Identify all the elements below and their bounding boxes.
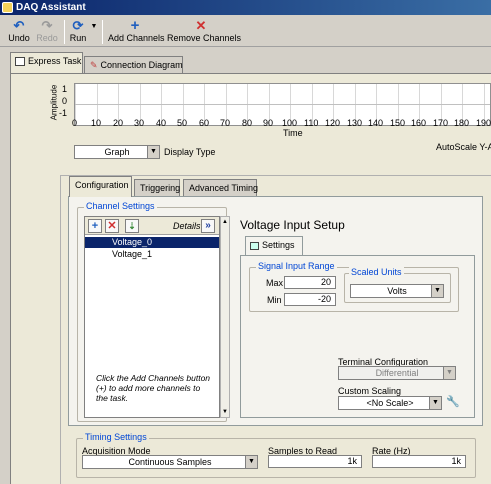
tab-connection-diagram[interactable]: ✎ Connection Diagram xyxy=(84,56,183,74)
chevron-down-icon[interactable]: ▼ xyxy=(221,407,229,417)
x-axis-label: Time xyxy=(283,128,303,138)
remove-icon: ✕ xyxy=(195,18,207,33)
y-tick-label: 1 xyxy=(62,84,68,94)
tab-triggering[interactable]: Triggering xyxy=(134,179,180,197)
plus-icon: + xyxy=(130,17,140,34)
x-tick-label: 30 xyxy=(134,118,145,128)
min-input[interactable]: -20 xyxy=(284,293,336,306)
plus-icon: + xyxy=(91,220,99,232)
wiring-icon: ✎ xyxy=(90,60,98,70)
remove-channel-button[interactable]: ✕ xyxy=(105,219,119,233)
x-tick-label: 20 xyxy=(113,118,124,128)
title-bar: DAQ Assistant xyxy=(0,0,491,15)
details-label: Details xyxy=(173,221,201,231)
y-tick-label: -1 xyxy=(59,108,68,118)
sort-channels-button[interactable]: ⇣ xyxy=(125,219,139,233)
chevron-down-icon: ▼ xyxy=(147,146,159,158)
display-type-label: Display Type xyxy=(164,147,216,157)
x-tick-label: 70 xyxy=(220,118,231,128)
x-tick-label: 160 xyxy=(411,118,427,128)
y-axis-label: Amplitude xyxy=(49,84,59,121)
scaled-units-title: Scaled Units xyxy=(349,267,404,277)
custom-scaling-label: Custom Scaling xyxy=(338,386,402,396)
x-tick-label: 80 xyxy=(242,118,253,128)
channel-list-toolbar: + ✕ ⇣ Details » xyxy=(85,217,219,235)
redo-button[interactable]: ↷ Redo xyxy=(34,18,60,43)
scaled-units-select[interactable]: Volts ▼ xyxy=(350,284,444,298)
x-tick-label: 150 xyxy=(390,118,406,128)
undo-icon: ↶ xyxy=(13,18,25,33)
tab-settings[interactable]: Settings xyxy=(245,236,303,256)
x-tick-label: 170 xyxy=(433,118,449,128)
max-input[interactable]: 20 xyxy=(284,276,336,289)
voltage-setup-title: Voltage Input Setup xyxy=(240,218,345,232)
toolbar: ↶ Undo ↷ Redo ⟳ Run ▼ + Add Channels ✕ R… xyxy=(0,15,491,47)
chevron-down-icon: ▼ xyxy=(429,397,441,409)
chevron-down-icon: ▼ xyxy=(431,285,443,297)
sort-icon: ⇣ xyxy=(128,221,136,231)
x-tick-label: 190 xyxy=(476,118,491,128)
add-channels-button[interactable]: + Add Channels xyxy=(108,17,165,43)
toolbar-separator xyxy=(102,20,103,44)
acquisition-mode-select[interactable]: Continuous Samples ▼ xyxy=(82,455,258,469)
rate-input[interactable]: 1k xyxy=(372,455,466,468)
scrollbar[interactable]: ▲ ▼ xyxy=(220,216,230,418)
custom-scaling-select[interactable]: <No Scale> ▼ xyxy=(338,396,442,410)
tab-configuration[interactable]: Configuration xyxy=(69,176,132,197)
autoscale-label: AutoScale Y-Ax xyxy=(436,142,491,152)
zero-line xyxy=(75,104,490,105)
x-tick-label: 50 xyxy=(177,118,188,128)
x-tick-label: 120 xyxy=(325,118,341,128)
help-text: Click the Add Channels button (+) to add… xyxy=(96,373,211,403)
chevron-down-icon: ▼ xyxy=(245,456,257,468)
settings-icon xyxy=(250,241,259,250)
list-item[interactable]: Voltage_1 xyxy=(85,249,219,260)
run-button[interactable]: ⟳ Run xyxy=(67,18,89,43)
graph-icon xyxy=(15,57,25,67)
terminal-config-select[interactable]: Differential ▼ xyxy=(338,366,456,380)
tab-advanced-timing[interactable]: Advanced Timing xyxy=(183,179,258,197)
window-title: DAQ Assistant xyxy=(16,2,86,13)
channel-list: + ✕ ⇣ Details » Voltage_0 Voltage_1 Clic… xyxy=(84,216,220,418)
max-label: Max xyxy=(266,278,284,288)
add-channel-button[interactable]: + xyxy=(88,219,102,233)
x-tick-label: 110 xyxy=(304,118,319,128)
timing-settings-title: Timing Settings xyxy=(83,432,149,442)
chevron-up-icon[interactable]: ▲ xyxy=(221,217,229,227)
remove-channels-button[interactable]: ✕ Remove Channels xyxy=(167,18,241,43)
x-tick-label: 60 xyxy=(199,118,210,128)
list-item[interactable]: Voltage_0 xyxy=(85,237,219,248)
x-tick-label: 0 xyxy=(72,118,78,128)
display-type-select[interactable]: Graph ▼ xyxy=(74,145,160,159)
tab-express-task[interactable]: Express Task xyxy=(10,52,83,73)
signal-input-range-title: Signal Input Range xyxy=(256,261,337,271)
x-tick-label: 10 xyxy=(91,118,102,128)
run-icon: ⟳ xyxy=(72,18,84,33)
x-tick-label: 140 xyxy=(368,118,384,128)
double-chevron-right-icon: » xyxy=(205,220,211,231)
x-tick-label: 90 xyxy=(263,118,274,128)
samples-to-read-input[interactable]: 1k xyxy=(268,455,362,468)
undo-button[interactable]: ↶ Undo xyxy=(6,18,32,43)
x-tick-label: 130 xyxy=(347,118,363,128)
wrench-icon[interactable]: 🔧 xyxy=(446,395,460,409)
top-tab-row: Express Task ✎ Connection Diagram xyxy=(0,52,491,74)
x-tick-label: 180 xyxy=(454,118,470,128)
channel-settings-title: Channel Settings xyxy=(84,201,157,211)
x-tick-label: 100 xyxy=(282,118,298,128)
run-dropdown-arrow[interactable]: ▼ xyxy=(90,23,98,30)
chevron-down-icon: ▼ xyxy=(443,367,455,379)
x-tick-label: 40 xyxy=(156,118,167,128)
remove-icon: ✕ xyxy=(107,220,117,232)
app-icon xyxy=(2,2,13,13)
toolbar-separator xyxy=(64,20,65,44)
redo-icon: ↷ xyxy=(41,18,53,33)
y-tick-label: 0 xyxy=(62,96,68,106)
details-button[interactable]: » xyxy=(201,219,215,233)
min-label: Min xyxy=(267,295,282,305)
